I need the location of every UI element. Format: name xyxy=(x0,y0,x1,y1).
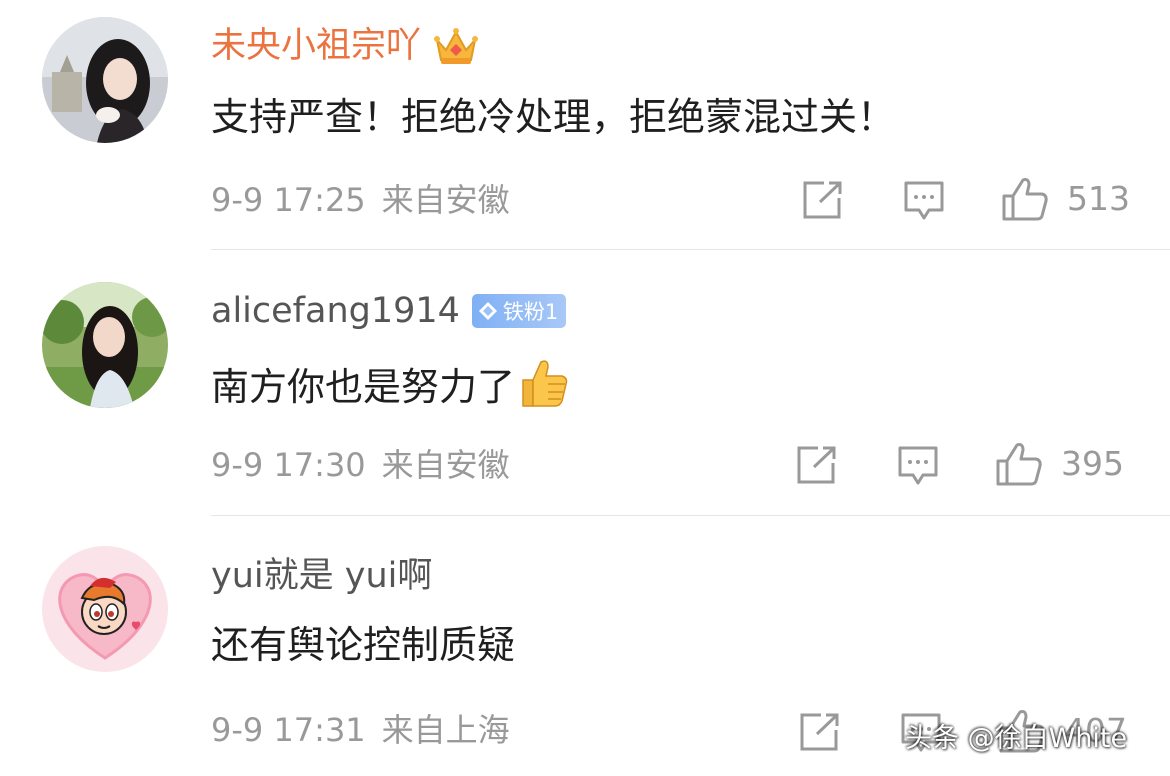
comment-date: 9-9 17:30 xyxy=(211,446,366,484)
username[interactable]: alicefang1914 xyxy=(211,285,460,337)
comment-location: 来自安徽 xyxy=(381,446,510,484)
fan-badge: 铁粉1 xyxy=(471,294,567,328)
comment-meta: 9-9 17:25 来自安徽 xyxy=(211,178,510,222)
watermark: 头条 @徐白White xyxy=(905,723,1128,754)
comment-text: 支持严查！拒绝冷处理，拒绝蒙混过关！ xyxy=(211,95,896,139)
share-icon xyxy=(800,713,839,751)
share-icon xyxy=(803,181,842,219)
comment-button[interactable] xyxy=(897,445,939,487)
avatar[interactable] xyxy=(42,546,168,672)
like-icon xyxy=(1002,178,1048,221)
share-button[interactable] xyxy=(802,180,844,220)
comment-text: 还有舆论控制质疑 xyxy=(211,623,516,667)
comment-meta: 9-9 17:31 来自上海 xyxy=(211,708,510,752)
share-button[interactable] xyxy=(796,445,838,485)
username[interactable]: yui就是 yui啊 xyxy=(211,550,432,602)
avatar-image xyxy=(42,282,168,408)
avatar[interactable] xyxy=(42,17,168,143)
comment-date: 9-9 17:31 xyxy=(211,711,366,749)
fan-badge-label: 铁粉1 xyxy=(502,300,559,324)
avatar-image xyxy=(42,17,168,143)
like-icon xyxy=(996,443,1042,486)
comment-location: 来自上海 xyxy=(381,711,510,749)
comment-location: 来自安徽 xyxy=(381,181,510,219)
comment-icon xyxy=(898,446,938,485)
like-count: 395 xyxy=(1061,444,1124,483)
share-icon xyxy=(797,446,836,484)
avatar[interactable] xyxy=(42,282,168,408)
username-line: 未央小祖宗吖 xyxy=(211,20,479,72)
share-button[interactable] xyxy=(799,712,841,752)
comment-date: 9-9 17:25 xyxy=(211,181,366,219)
avatar-image xyxy=(42,546,168,672)
comment-button[interactable] xyxy=(903,180,945,222)
comment-text-content: 南方你也是努力了 xyxy=(211,365,516,409)
username[interactable]: 未央小祖宗吖 xyxy=(211,20,421,72)
diamond-icon xyxy=(478,301,498,321)
like-button[interactable]: 513 xyxy=(1001,176,1130,222)
comment-item-1: 未央小祖宗吖 支持严查！拒绝冷处理，拒绝蒙混过关！ 9-9 17:25 来自安徽 xyxy=(0,0,1170,250)
like-count: 513 xyxy=(1067,179,1130,218)
comment-meta: 9-9 17:30 来自安徽 xyxy=(211,443,510,487)
username-line: alicefang1914 铁粉1 xyxy=(211,285,567,337)
comment-item-2: alicefang1914 铁粉1 南方你也是努力了 9-9 17:30 来自安徽 xyxy=(0,250,1170,516)
like-button[interactable]: 395 xyxy=(995,441,1124,487)
comment-icon xyxy=(904,181,944,220)
comment-text: 南方你也是努力了 xyxy=(211,354,571,414)
thumbs-up-emoji xyxy=(515,354,571,410)
crown-icon xyxy=(433,26,479,66)
username-line: yui就是 yui啊 xyxy=(211,550,432,602)
